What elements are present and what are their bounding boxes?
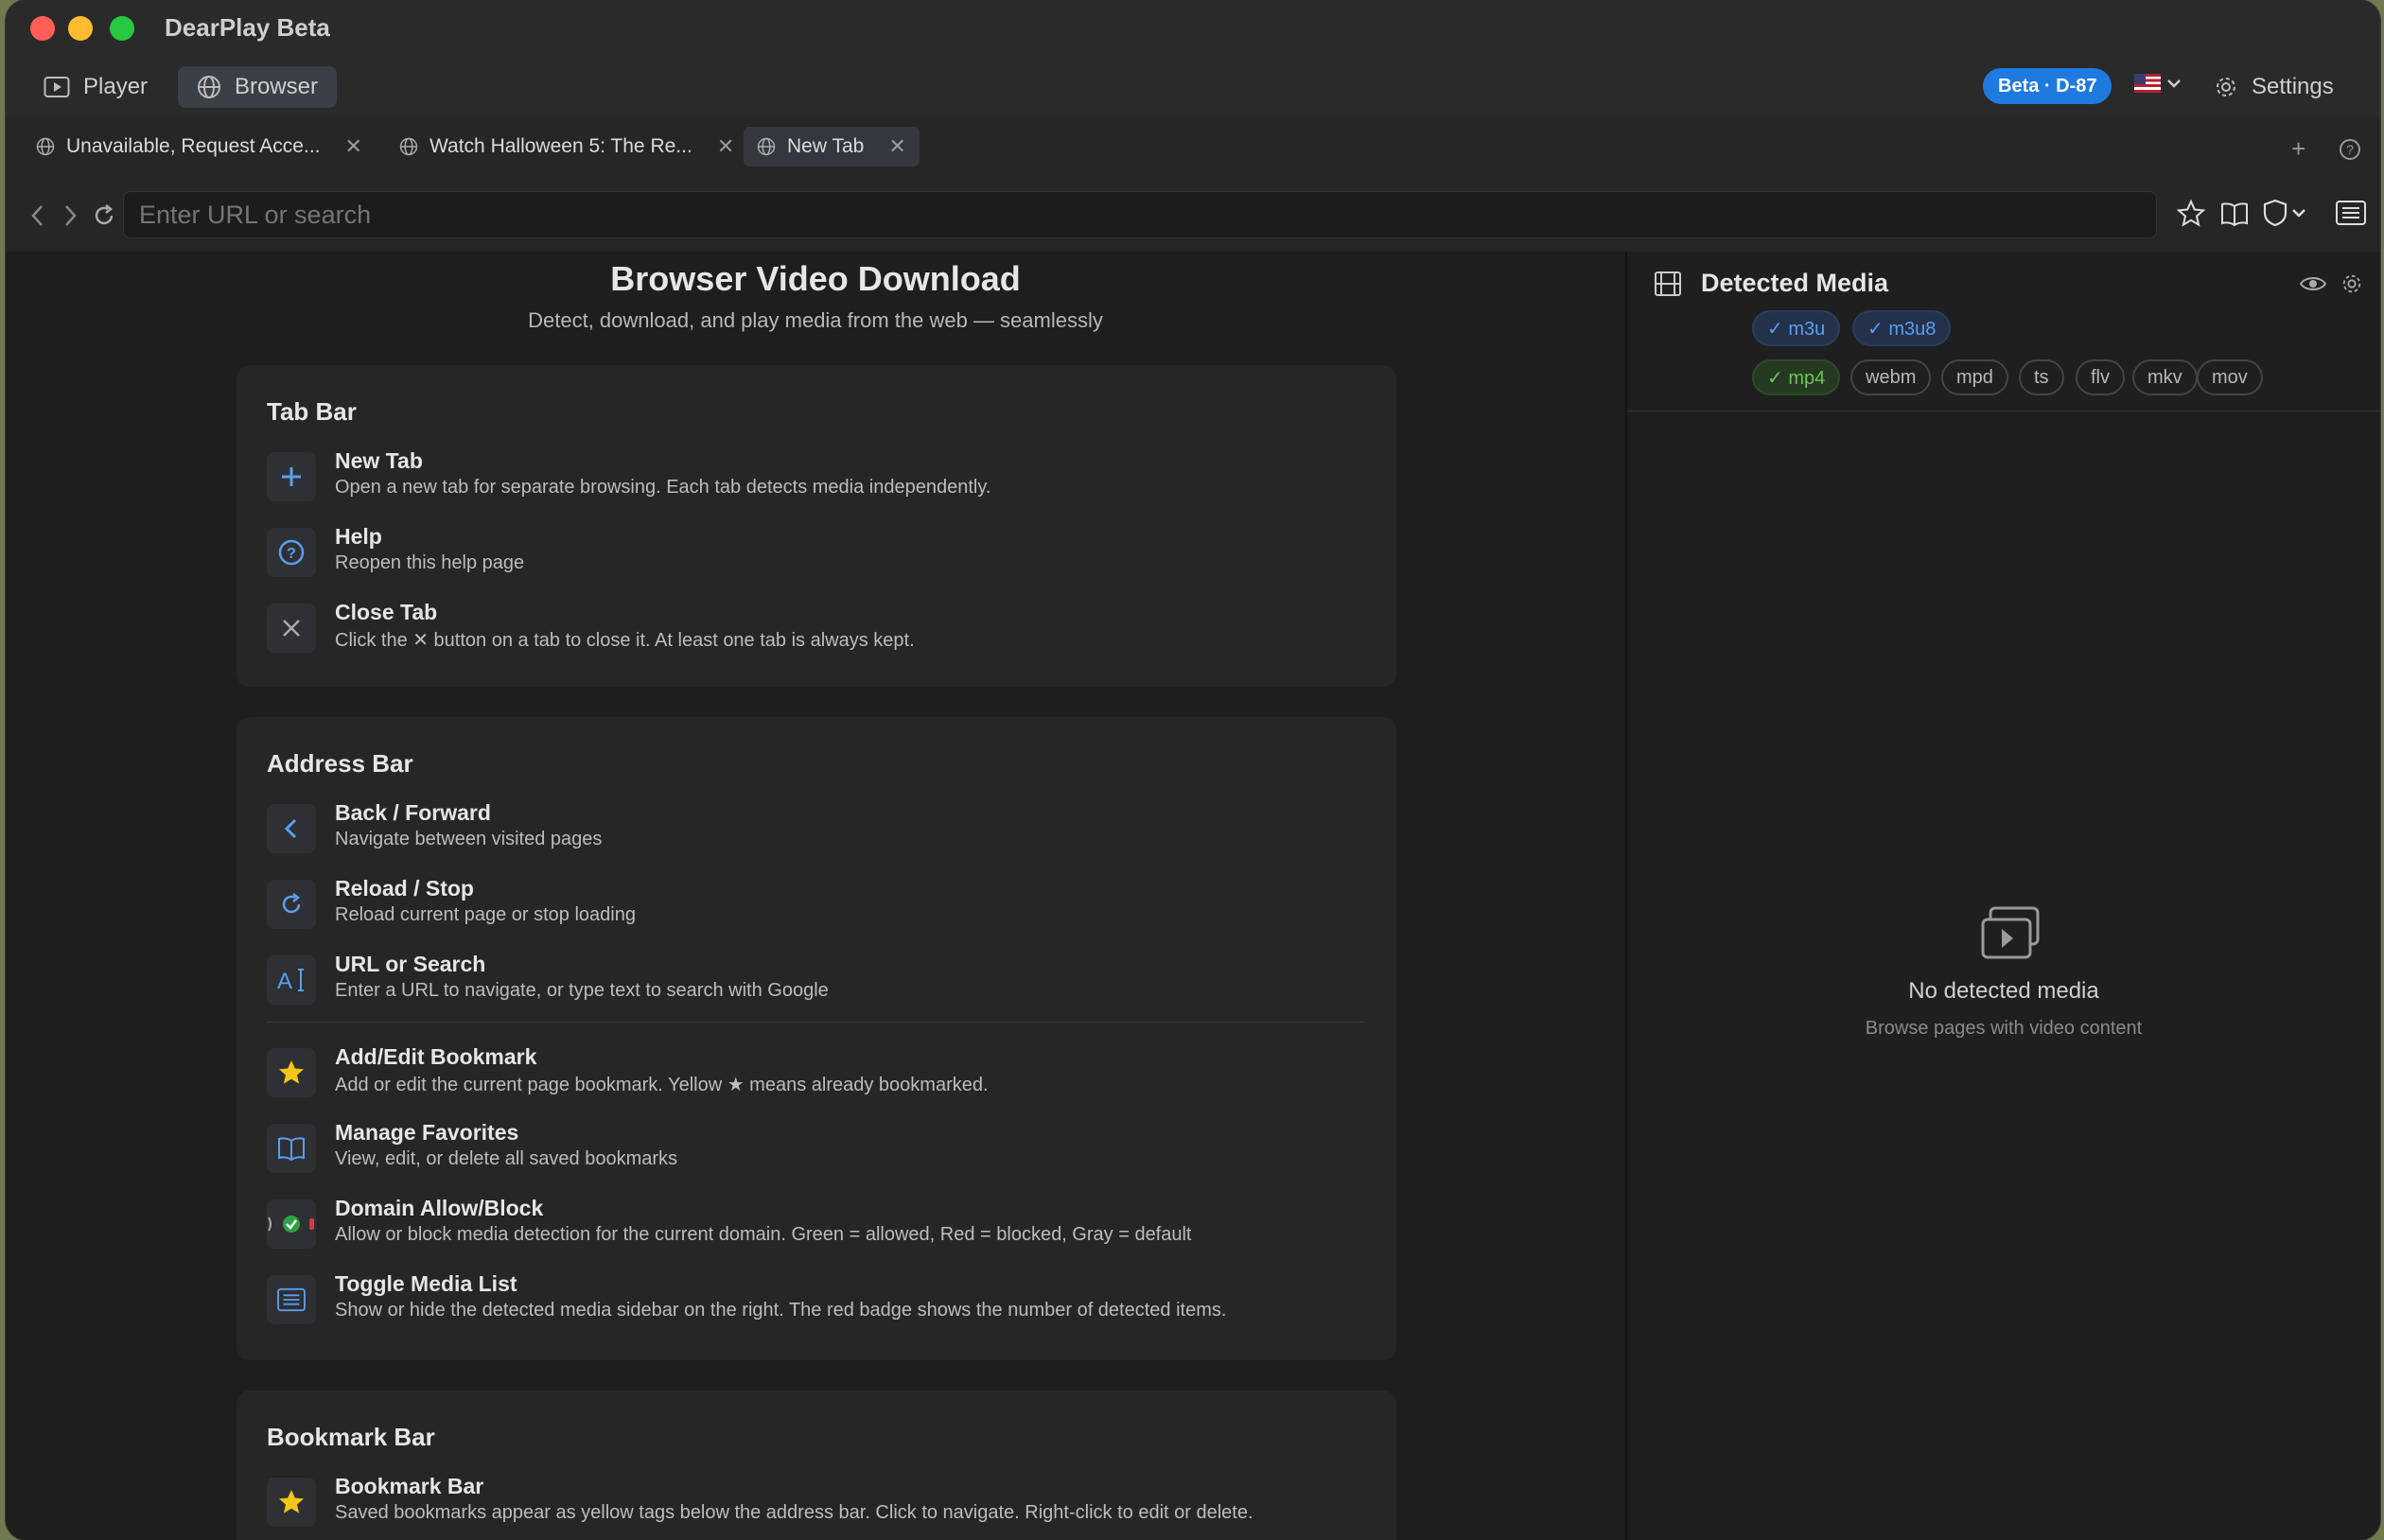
- help-item-media-list: Toggle Media List Show or hide the detec…: [267, 1269, 1364, 1326]
- settings-button[interactable]: Settings: [2214, 68, 2334, 106]
- app-title: DearPlay Beta: [165, 13, 330, 42]
- page-subtitle: Detect, download, and play media from th…: [528, 308, 1103, 332]
- empty-state-subtitle: Browse pages with video content: [1865, 1018, 2143, 1039]
- help-item-domain: Domain Allow/Block Allow or block media …: [267, 1194, 1364, 1251]
- language-selector[interactable]: [2134, 74, 2182, 93]
- tab-strip: Unavailable, Request Acce... ✕ Watch Hal…: [6, 117, 2380, 181]
- reload-icon[interactable]: [91, 202, 117, 229]
- help-item-back-forward: Back / Forward Navigate between visited …: [267, 798, 1364, 855]
- help-item-bookmark-bar: Bookmark Bar Saved bookmarks appear as y…: [267, 1472, 1364, 1529]
- format-filter-flv[interactable]: flv: [2076, 359, 2125, 395]
- chevron-down-icon: [2167, 79, 2181, 88]
- us-flag-icon: [2134, 74, 2161, 93]
- svg-text:A: A: [277, 969, 292, 994]
- svg-text:?: ?: [287, 546, 296, 562]
- help-item-bookmark: Add/Edit Bookmark Add or edit the curren…: [267, 1042, 1364, 1099]
- url-input[interactable]: [123, 191, 2157, 238]
- page-title: Browser Video Download: [610, 259, 1021, 298]
- help-item-reload: Reload / Stop Reload current page or sto…: [267, 874, 1364, 931]
- title-bar: DearPlay Beta: [6, 0, 2380, 57]
- text-cursor-icon: A: [267, 955, 316, 1005]
- address-bar: [6, 180, 2380, 253]
- player-mode-button[interactable]: Player: [25, 66, 167, 108]
- format-filter-mkv[interactable]: mkv: [2132, 359, 2198, 395]
- close-tab-icon[interactable]: ✕: [345, 134, 362, 159]
- tab-label: Watch Halloween 5: The Re...: [429, 135, 692, 157]
- help-item-help: ? Help Reopen this help page: [267, 522, 1364, 579]
- help-item-new-tab: New Tab Open a new tab for separate brow…: [267, 446, 1364, 503]
- close-icon: [267, 604, 316, 653]
- beta-version-badge: Beta · D-87: [1983, 68, 2112, 104]
- section-title: Bookmark Bar: [267, 1423, 435, 1451]
- close-tab-icon[interactable]: ✕: [888, 134, 905, 159]
- help-item-close-tab: Close Tab Click the ✕ button on a tab to…: [267, 598, 1364, 655]
- empty-state-title: No detected media: [1908, 978, 2099, 1004]
- book-icon: [267, 1124, 316, 1173]
- shield-check-icon: [267, 1199, 316, 1249]
- close-window-button[interactable]: [30, 16, 55, 41]
- chevron-down-icon: [2292, 209, 2305, 218]
- back-icon[interactable]: [28, 202, 47, 229]
- format-filter-webm[interactable]: webm: [1850, 359, 1932, 395]
- section-title: Address Bar: [267, 749, 413, 778]
- help-page: Browser Video Download Detect, download,…: [6, 252, 1625, 1540]
- star-icon: [267, 1478, 316, 1527]
- tab-label: Unavailable, Request Acce...: [66, 135, 321, 157]
- reload-icon: [267, 880, 316, 929]
- minimize-window-button[interactable]: [68, 16, 93, 41]
- film-icon: [1655, 271, 1681, 296]
- book-icon[interactable]: [2219, 199, 2250, 229]
- sidebar-header: Detected Media: [1654, 269, 1888, 298]
- browser-mode-button[interactable]: Browser: [178, 66, 338, 108]
- zoom-window-button[interactable]: [110, 16, 134, 41]
- detected-media-sidebar: Detected Media ✓ m3u ✓ m3u8 ✓ mp4 webm m…: [1625, 252, 2380, 1540]
- tab-label: New Tab: [787, 135, 865, 157]
- divider: [267, 1022, 1364, 1023]
- gear-icon[interactable]: [2340, 272, 2363, 295]
- star-icon: [267, 1048, 316, 1097]
- app-window: DearPlay Beta Player Browser Beta · D-87…: [6, 0, 2380, 1540]
- domain-allow-block-toggle[interactable]: [2263, 199, 2306, 227]
- globe-icon: [757, 137, 776, 156]
- plus-icon: [267, 452, 316, 501]
- bookmark-bar-section: Bookmark Bar Bookmark Bar Saved bookmark…: [237, 1391, 1396, 1540]
- forward-icon[interactable]: [61, 202, 79, 229]
- media-list-icon: [267, 1275, 316, 1324]
- browser-tab[interactable]: Unavailable, Request Acce... ✕: [23, 127, 390, 166]
- star-icon[interactable]: [2176, 199, 2206, 229]
- media-list-toggle-icon[interactable]: [2335, 199, 2367, 227]
- browser-tab[interactable]: Watch Halloween 5: The Re... ✕: [386, 127, 753, 166]
- shield-icon: [2263, 199, 2288, 227]
- format-filter-m3u[interactable]: ✓ m3u: [1752, 310, 1841, 346]
- browser-mode-label: Browser: [235, 74, 319, 99]
- chevron-left-icon: [267, 804, 316, 853]
- help-icon: ?: [267, 528, 316, 577]
- globe-icon: [399, 137, 418, 156]
- sidebar-title: Detected Media: [1701, 269, 1889, 297]
- help-icon[interactable]: ?: [2339, 138, 2361, 161]
- format-filter-m3u8[interactable]: ✓ m3u8: [1852, 310, 1952, 346]
- player-icon: [44, 77, 70, 97]
- svg-text:?: ?: [2346, 142, 2354, 157]
- empty-media-icon: [1981, 906, 2040, 959]
- mode-bar: Player Browser Beta · D-87 Settings: [6, 57, 2380, 118]
- close-tab-icon[interactable]: ✕: [717, 134, 734, 159]
- player-mode-label: Player: [83, 74, 149, 99]
- format-filter-mpd[interactable]: mpd: [1941, 359, 2008, 395]
- format-filter-mp4[interactable]: ✓ mp4: [1752, 359, 1841, 395]
- settings-label: Settings: [2252, 74, 2334, 99]
- format-filter-mov[interactable]: mov: [2197, 359, 2263, 395]
- globe-icon: [198, 76, 220, 98]
- gear-icon: [2217, 78, 2235, 96]
- globe-icon: [36, 137, 55, 156]
- browser-tab-active[interactable]: New Tab ✕: [744, 127, 920, 166]
- section-title: Tab Bar: [267, 397, 357, 426]
- address-bar-section: Address Bar Back / Forward Navigate betw…: [237, 717, 1396, 1360]
- new-tab-icon[interactable]: +: [2291, 134, 2305, 164]
- help-item-favorites: Manage Favorites View, edit, or delete a…: [267, 1118, 1364, 1175]
- format-filter-ts[interactable]: ts: [2019, 359, 2064, 395]
- tab-bar-section: Tab Bar New Tab Open a new tab for separ…: [237, 365, 1396, 687]
- eye-icon[interactable]: [2299, 272, 2327, 295]
- help-item-url-search: A URL or Search Enter a URL to navigate,…: [267, 950, 1364, 1006]
